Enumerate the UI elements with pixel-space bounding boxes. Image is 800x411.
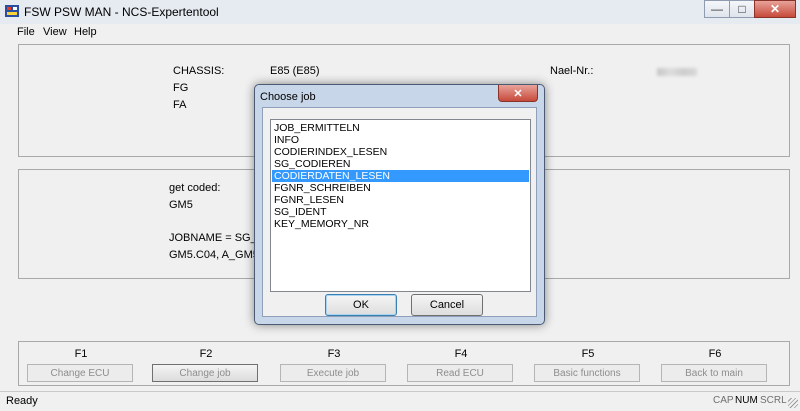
ecu-name: GM5 <box>169 199 193 211</box>
job-list-item[interactable]: FGNR_LESEN <box>272 194 529 206</box>
job-list-item[interactable]: KEY_MEMORY_NR <box>272 218 529 230</box>
dialog-body: JOB_ERMITTELN INFO CODIERINDEX_LESEN SG_… <box>262 107 537 317</box>
close-button[interactable]: ✕ <box>754 0 796 18</box>
nael-value-redacted <box>657 68 697 76</box>
fkey-label-f6: F6 <box>708 348 722 360</box>
menu-view[interactable]: View <box>43 26 67 38</box>
close-icon: ✕ <box>513 87 523 100</box>
ok-button[interactable]: OK <box>325 294 397 316</box>
function-key-panel: F1 F2 F3 F4 F5 F6 Change ECU Change job … <box>18 341 790 386</box>
cap-indicator: CAP <box>713 395 734 406</box>
fkey-label-f4: F4 <box>454 348 468 360</box>
status-text: Ready <box>6 395 38 407</box>
read-ecu-button[interactable]: Read ECU <box>407 364 513 382</box>
menu-bar: File View Help <box>0 24 800 40</box>
execute-job-button[interactable]: Execute job <box>280 364 386 382</box>
job-listbox[interactable]: JOB_ERMITTELN INFO CODIERINDEX_LESEN SG_… <box>270 119 531 292</box>
job-list-item[interactable]: CODIERDATEN_LESEN <box>272 170 529 182</box>
fkey-label-f3: F3 <box>327 348 341 360</box>
job-list-item[interactable]: FGNR_SCHREIBEN <box>272 182 529 194</box>
title-bar[interactable]: FSW PSW MAN - NCS-Expertentool — □ ✕ <box>0 0 800 25</box>
change-job-button[interactable]: Change job <box>152 364 258 382</box>
window-title: FSW PSW MAN - NCS-Expertentool <box>24 5 219 19</box>
minimize-icon: — <box>711 2 723 16</box>
job-list-item[interactable]: SG_CODIEREN <box>272 158 529 170</box>
menu-help[interactable]: Help <box>74 26 97 38</box>
dialog-title: Choose job <box>260 91 316 103</box>
chassis-label: CHASSIS: <box>173 65 225 77</box>
nael-label: Nael-Nr.: <box>550 65 594 77</box>
menu-file[interactable]: File <box>17 26 35 38</box>
minimize-button[interactable]: — <box>704 0 730 18</box>
maximize-icon: □ <box>738 2 746 16</box>
dialog-close-button[interactable]: ✕ <box>498 85 538 102</box>
job-list-item[interactable]: INFO <box>272 134 529 146</box>
back-to-main-button[interactable]: Back to main <box>661 364 767 382</box>
fkey-label-f1: F1 <box>74 348 88 360</box>
job-list-item[interactable]: CODIERINDEX_LESEN <box>272 146 529 158</box>
fa-label: FA <box>173 99 187 111</box>
change-ecu-button[interactable]: Change ECU <box>27 364 133 382</box>
job-list-item[interactable]: SG_IDENT <box>272 206 529 218</box>
resize-grip[interactable] <box>788 398 798 408</box>
basic-functions-button[interactable]: Basic functions <box>534 364 640 382</box>
get-coded-label: get coded: <box>169 182 221 194</box>
job-list-item[interactable]: JOB_ERMITTELN <box>272 122 529 134</box>
cancel-button[interactable]: Cancel <box>411 294 483 316</box>
fkey-label-f2: F2 <box>199 348 213 360</box>
close-icon: ✕ <box>769 2 781 16</box>
scrl-indicator: SCRL <box>760 395 787 406</box>
chassis-value: E85 (E85) <box>270 65 320 77</box>
maximize-button[interactable]: □ <box>729 0 755 18</box>
fkey-label-f5: F5 <box>581 348 595 360</box>
status-bar: Ready CAP NUM SCRL <box>0 391 800 411</box>
choose-job-dialog: Choose job ✕ JOB_ERMITTELN INFO CODIERIN… <box>254 84 545 325</box>
num-indicator: NUM <box>735 395 758 406</box>
fg-label: FG <box>173 82 189 94</box>
app-icon <box>5 5 19 17</box>
